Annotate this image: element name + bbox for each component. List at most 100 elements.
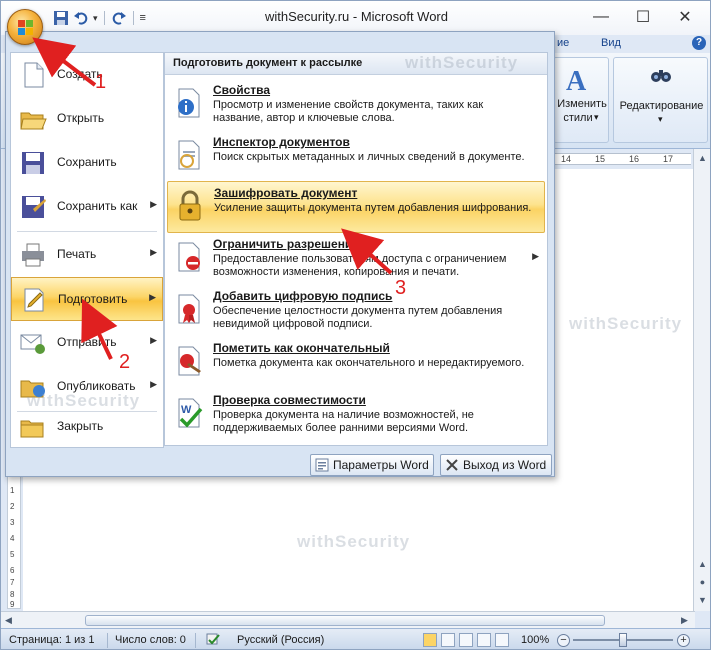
styles-group: A Изменить стили ▾ (553, 57, 609, 143)
print-icon (19, 241, 47, 269)
full-screen-reading-view-icon[interactable] (441, 633, 455, 647)
watermark: withSecurity (569, 314, 683, 333)
word-count[interactable]: Число слов: 0 (115, 634, 186, 646)
outline-view-icon[interactable] (477, 633, 491, 647)
close-folder-icon (19, 413, 47, 441)
annotation-number-3: 3 (395, 277, 407, 299)
menu-item-prepare[interactable]: Подготовить ▶ (11, 277, 163, 321)
menu-item-new[interactable]: Создать (11, 53, 163, 97)
chevron-down-icon: ▾ (658, 114, 663, 124)
word-options-label: Параметры Word (333, 458, 429, 472)
select-browse-object-icon[interactable]: ● (697, 577, 708, 588)
change-styles-icon[interactable]: A (560, 62, 594, 97)
maximize-button[interactable]: ☐ (622, 5, 664, 29)
menu-item-label: Сохранить как (57, 199, 138, 213)
web-layout-view-icon[interactable] (459, 633, 473, 647)
exit-word-label: Выход из Word (463, 458, 547, 472)
submenu-item-mark-final[interactable]: Пометить как окончательный Пометка докум… (167, 337, 545, 389)
submenu-item-title: Пометить как окончательный (213, 341, 390, 355)
status-separator (195, 633, 196, 648)
tab-view[interactable]: Вид (601, 37, 621, 49)
editing-label[interactable]: Редактирование (614, 100, 709, 113)
tab-partial[interactable]: ие (557, 37, 569, 49)
word-options-icon (315, 458, 329, 472)
menu-item-print[interactable]: Печать ▶ (11, 233, 163, 277)
submenu-item-desc: Проверка документа на наличие возможност… (213, 409, 474, 434)
ruler-tick: 6 (10, 566, 15, 575)
ruler-tick: 2 (10, 502, 15, 511)
scroll-down-page-icon[interactable]: ▼ (697, 595, 708, 606)
prepare-submenu: Подготовить документ к рассылке Свойства… (164, 52, 548, 446)
ruler-tick: 9 (10, 600, 15, 609)
submenu-item-signature[interactable]: Добавить цифровую подпись Обеспечение це… (167, 285, 545, 337)
menu-item-label: Закрыть (57, 419, 104, 433)
vertical-scrollbar[interactable]: ▲ ▲ ● ▼ (693, 149, 710, 611)
print-layout-view-icon[interactable] (423, 633, 437, 647)
chevron-down-icon: ▾ (594, 112, 599, 122)
submenu-item-inspect[interactable]: Инспектор документов Поиск скрытых метад… (167, 131, 545, 183)
scroll-right-icon[interactable]: ▶ (681, 615, 688, 626)
zoom-out-button[interactable]: − (557, 634, 570, 647)
word-options-button[interactable]: Параметры Word (310, 454, 434, 476)
close-button[interactable]: ✕ (664, 5, 706, 29)
scroll-up-icon[interactable]: ▲ (697, 153, 708, 164)
submenu-item-desc: Усиление защиты документа путем добавлен… (214, 202, 532, 214)
submenu-arrow-icon: ▶ (150, 199, 157, 209)
language-indicator[interactable]: Русский (Россия) (237, 634, 324, 646)
new-document-icon (19, 61, 47, 89)
word-window: ▾ ≡ withSecurity.ru - Microsoft Word — ☐… (0, 0, 711, 650)
submenu-item-encrypt[interactable]: Зашифровать документ Усиление защиты док… (167, 181, 545, 233)
ruler-tick: 4 (10, 534, 15, 543)
send-icon (19, 329, 47, 357)
menu-item-send[interactable]: Отправить ▶ (11, 321, 163, 365)
ruler-tick: 15 (595, 154, 606, 164)
submenu-item-properties[interactable]: Свойства Просмотр и изменение свойств до… (167, 79, 545, 131)
menu-item-save-as[interactable]: Сохранить как ▶ (11, 185, 163, 229)
draft-view-icon[interactable] (495, 633, 509, 647)
scroll-left-icon[interactable]: ◀ (5, 615, 12, 626)
submenu-item-compatibility[interactable]: W Проверка совместимости Проверка докуме… (167, 389, 545, 441)
submenu-item-desc: Пометка документа как окончательного и н… (213, 357, 525, 369)
submenu-item-desc: Обеспечение целостности документа путем … (213, 305, 503, 330)
zoom-slider-thumb[interactable] (619, 633, 627, 647)
svg-text:A: A (566, 66, 587, 96)
scroll-up-page-icon[interactable]: ▲ (697, 559, 708, 570)
menu-item-label: Печать (57, 247, 97, 261)
submenu-item-title: Ограничить разрешения (213, 237, 360, 251)
submenu-item-title: Проверка совместимости (213, 393, 366, 407)
submenu-item-desc: Поиск скрытых метаданных и личных сведен… (213, 151, 525, 163)
ruler-tick: 3 (10, 518, 15, 527)
exit-word-button[interactable]: Выход из Word (440, 454, 552, 476)
submenu-title: Подготовить документ к рассылке (173, 57, 363, 69)
menu-item-label: Открыть (57, 111, 105, 125)
minimize-button[interactable]: — (580, 5, 622, 29)
change-styles-label-2[interactable]: стили (558, 112, 598, 125)
proofing-icon[interactable] (205, 633, 221, 647)
horizontal-scrollbar[interactable]: ◀ ▶ (1, 611, 695, 628)
inspect-document-icon (173, 139, 205, 171)
compatibility-check-icon: W (173, 397, 205, 429)
restrict-permission-icon (173, 241, 205, 273)
help-icon[interactable]: ? (692, 36, 706, 50)
editing-group: Редактирование ▾ (613, 57, 708, 143)
watermark: withSecurity (27, 391, 141, 410)
binoculars-icon[interactable] (650, 66, 672, 84)
submenu-item-restrict[interactable]: Ограничить разрешения Предоставление пол… (167, 233, 545, 285)
prepare-icon (20, 286, 48, 314)
page-count[interactable]: Страница: 1 из 1 (9, 634, 95, 646)
office-button[interactable] (7, 9, 43, 45)
menu-item-close[interactable]: Закрыть (11, 405, 163, 449)
open-folder-icon (19, 105, 47, 133)
zoom-in-button[interactable]: + (677, 634, 690, 647)
submenu-item-title: Добавить цифровую подпись (213, 289, 393, 303)
change-styles-label[interactable]: Изменить (554, 98, 610, 111)
annotation-number-1: 1 (95, 71, 107, 93)
menu-item-save[interactable]: Сохранить (11, 141, 163, 185)
horizontal-scroll-thumb[interactable] (85, 615, 605, 626)
submenu-item-desc: Предоставление пользователям доступа с о… (213, 253, 507, 278)
zoom-level[interactable]: 100% (521, 634, 549, 646)
menu-item-open[interactable]: Открыть (11, 97, 163, 141)
ruler-tick: 5 (10, 550, 15, 559)
status-separator (107, 633, 108, 648)
menu-item-label: Сохранить (57, 155, 117, 169)
